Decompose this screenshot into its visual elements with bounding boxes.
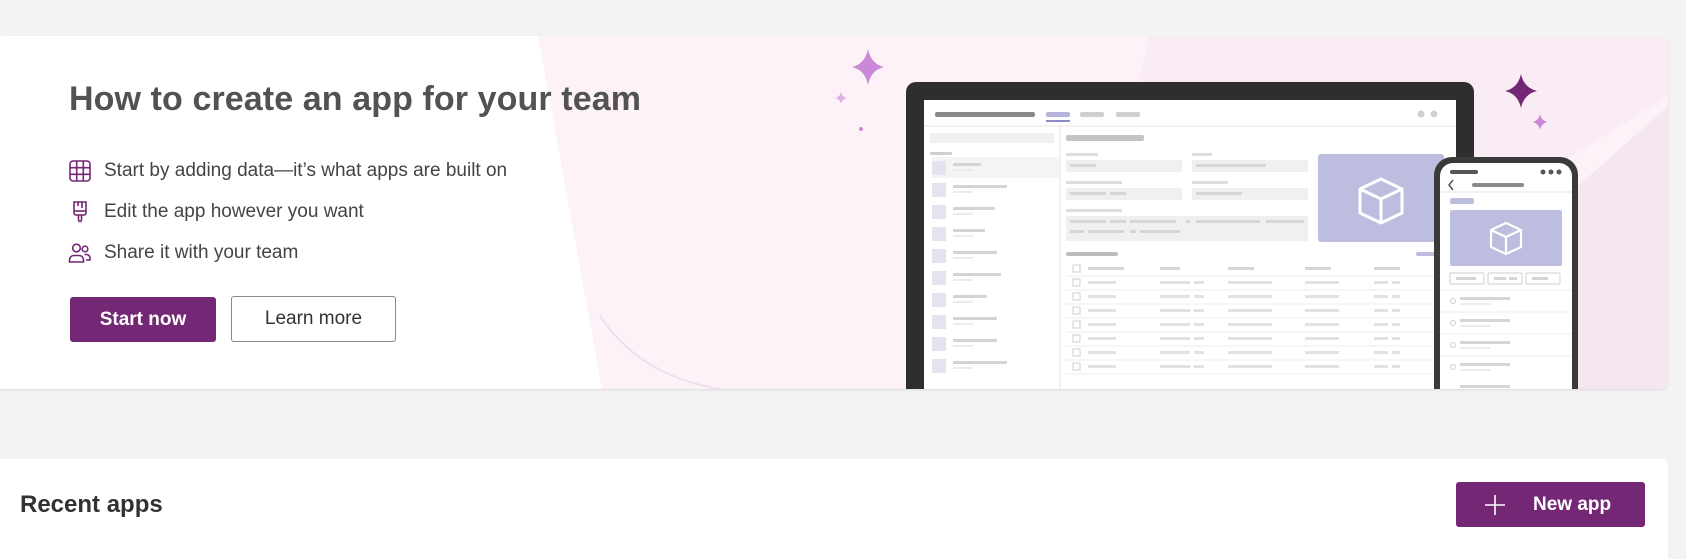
phone-mockup: [1434, 157, 1578, 389]
recent-apps-title: Recent apps: [20, 491, 163, 518]
start-now-button[interactable]: Start now: [70, 297, 216, 342]
paintbrush-icon: [67, 199, 93, 225]
bullet-add-data: Start by adding data—it’s what apps are …: [67, 150, 507, 191]
learn-more-button[interactable]: Learn more: [231, 296, 396, 342]
table-icon: [67, 158, 93, 184]
new-app-label: New app: [1533, 493, 1612, 515]
bullet-edit-app: Edit the app however you want: [67, 191, 507, 232]
bullet-text: Start by adding data—it’s what apps are …: [104, 159, 508, 181]
laptop-mockup: [906, 82, 1474, 389]
plus-icon: [1485, 494, 1505, 515]
new-app-button[interactable]: New app: [1456, 482, 1645, 527]
bullet-text: Edit the app however you want: [104, 200, 364, 222]
hero-bullet-list: Start by adding data—it’s what apps are …: [67, 150, 507, 273]
bullet-share: Share it with your team: [67, 232, 507, 273]
hero-title: How to create an app for your team: [69, 80, 642, 118]
recent-apps-section: Recent apps New app: [0, 459, 1668, 559]
bullet-text: Share it with your team: [104, 241, 299, 263]
people-icon: [67, 240, 93, 266]
hero-illustration: [835, 49, 1578, 389]
hero-banner: How to create an app for your team Start…: [0, 36, 1668, 389]
